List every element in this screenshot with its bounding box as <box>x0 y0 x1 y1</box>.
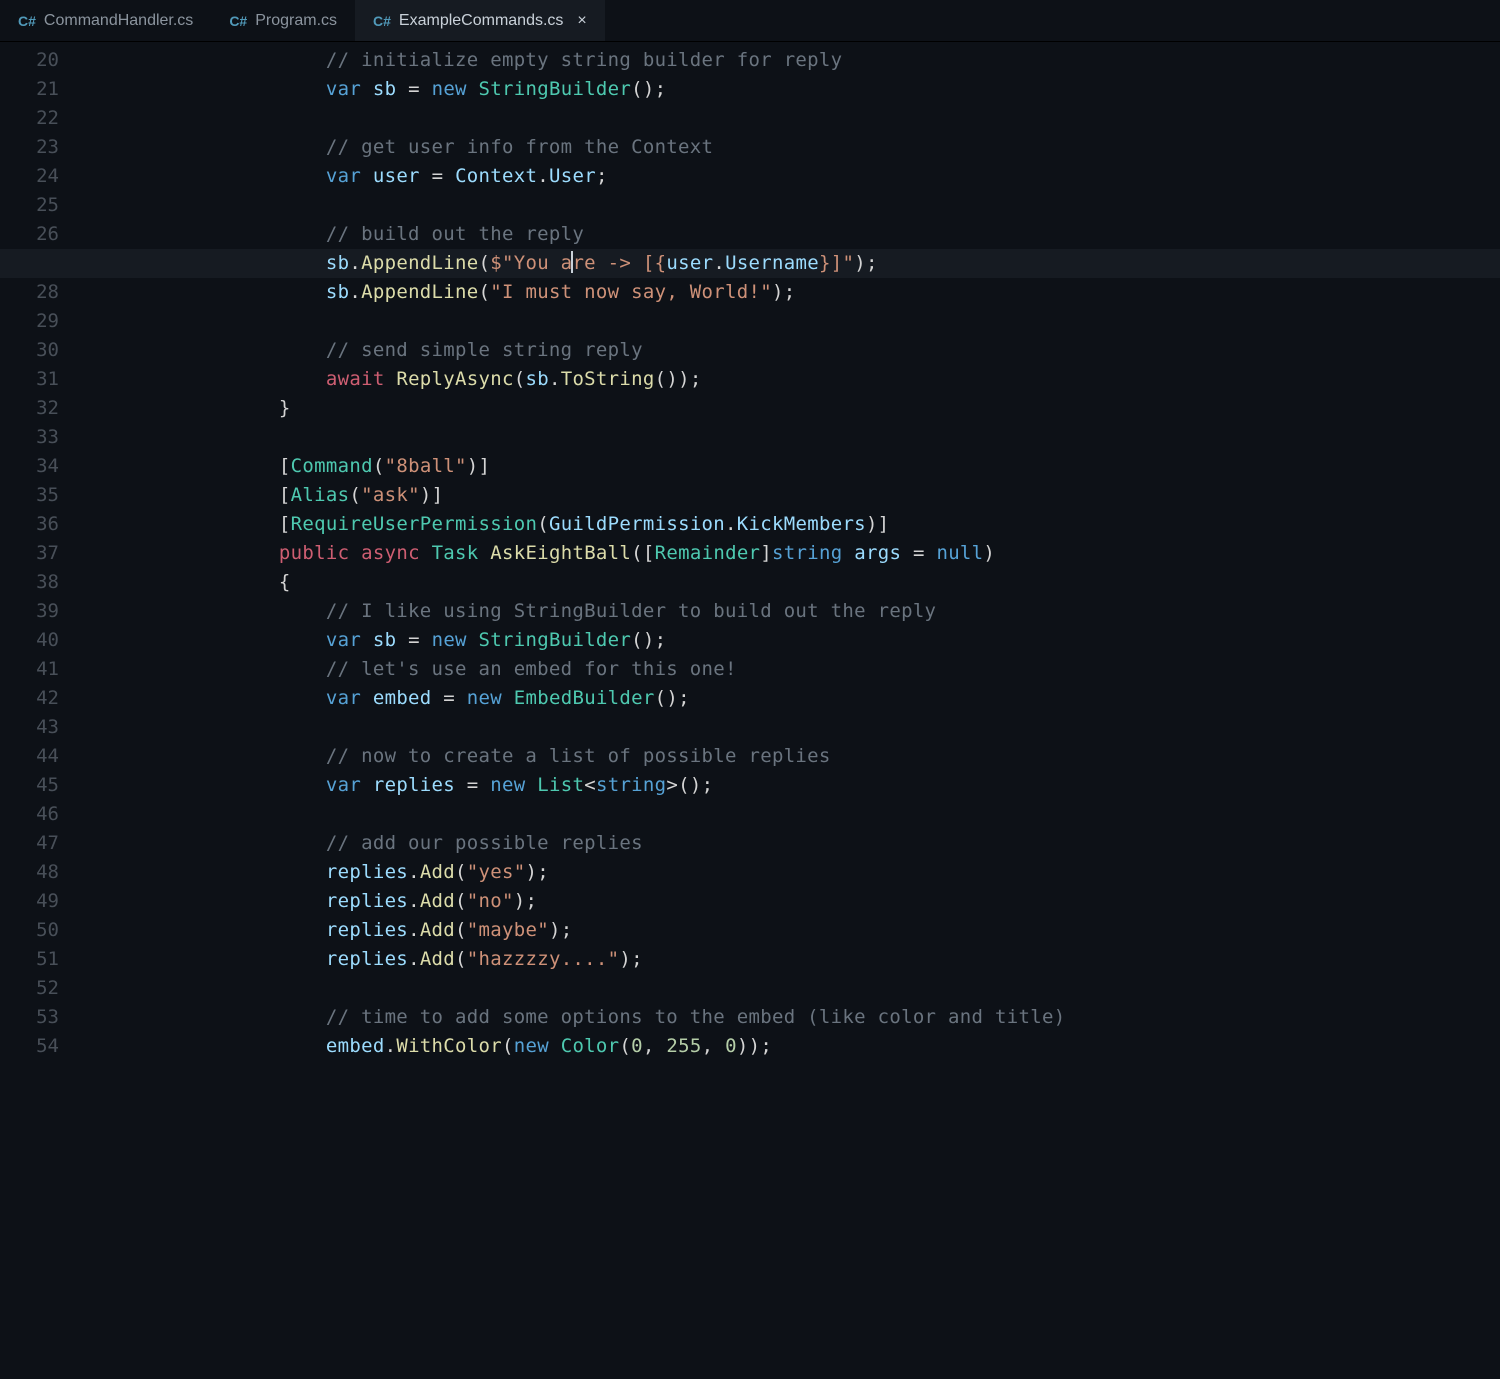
line-number: 32 <box>0 394 75 423</box>
line-number: 26 <box>0 220 75 249</box>
code-line[interactable]: // now to create a list of possible repl… <box>185 742 1500 771</box>
csharp-file-icon: C# <box>373 13 391 29</box>
line-number: 29 <box>0 307 75 336</box>
tab-label: Program.cs <box>255 12 337 30</box>
line-number-gutter: 2021222324252627282930313233343536373839… <box>0 42 75 1379</box>
line-number: 44 <box>0 742 75 771</box>
line-number: 24 <box>0 162 75 191</box>
code-line[interactable]: // I like using StringBuilder to build o… <box>185 597 1500 626</box>
code-line[interactable]: var user = Context.User; <box>185 162 1500 191</box>
line-number: 51 <box>0 945 75 974</box>
code-line[interactable]: sb.AppendLine($"You are -> [{user.Userna… <box>185 249 1500 278</box>
line-number: 38 <box>0 568 75 597</box>
code-line[interactable] <box>185 974 1500 1003</box>
code-line[interactable]: sb.AppendLine("I must now say, World!"); <box>185 278 1500 307</box>
line-number: 36 <box>0 510 75 539</box>
code-line[interactable]: replies.Add("no"); <box>185 887 1500 916</box>
code-line[interactable]: var sb = new StringBuilder(); <box>185 626 1500 655</box>
code-line[interactable]: // time to add some options to the embed… <box>185 1003 1500 1032</box>
line-number: 53 <box>0 1003 75 1032</box>
code-line[interactable]: [Command("8ball")] <box>185 452 1500 481</box>
code-line[interactable] <box>185 104 1500 133</box>
line-number: 48 <box>0 858 75 887</box>
code-area[interactable]: // initialize empty string builder for r… <box>185 42 1500 1379</box>
line-number: 40 <box>0 626 75 655</box>
line-number: 23 <box>0 133 75 162</box>
code-line[interactable] <box>185 800 1500 829</box>
code-line[interactable] <box>185 191 1500 220</box>
code-line[interactable]: // let's use an embed for this one! <box>185 655 1500 684</box>
code-line[interactable]: var embed = new EmbedBuilder(); <box>185 684 1500 713</box>
text-cursor <box>571 251 573 273</box>
code-line[interactable]: await ReplyAsync(sb.ToString()); <box>185 365 1500 394</box>
code-line[interactable]: // send simple string reply <box>185 336 1500 365</box>
line-number: 47 <box>0 829 75 858</box>
fold-margin <box>105 42 185 1379</box>
line-number: 52 <box>0 974 75 1003</box>
line-number: 42 <box>0 684 75 713</box>
tab-examplecommands-cs[interactable]: C# ExampleCommands.cs × <box>355 0 605 41</box>
code-line[interactable]: replies.Add("hazzzzy...."); <box>185 945 1500 974</box>
code-line[interactable]: replies.Add("maybe"); <box>185 916 1500 945</box>
tab-label: ExampleCommands.cs <box>399 12 564 30</box>
csharp-file-icon: C# <box>18 13 36 29</box>
line-number: 28 <box>0 278 75 307</box>
code-line[interactable]: public async Task AskEightBall([Remainde… <box>185 539 1500 568</box>
tab-label: CommandHandler.cs <box>44 12 193 30</box>
code-line[interactable]: // add our possible replies <box>185 829 1500 858</box>
code-line[interactable]: } <box>185 394 1500 423</box>
line-number: 39 <box>0 597 75 626</box>
tab-commandhandler-cs[interactable]: C# CommandHandler.cs <box>0 0 211 41</box>
line-number: 41 <box>0 655 75 684</box>
tab-bar: C# CommandHandler.cs C# Program.cs C# Example… <box>0 0 1500 42</box>
line-number: 50 <box>0 916 75 945</box>
line-number: 45 <box>0 771 75 800</box>
line-number: 22 <box>0 104 75 133</box>
code-line[interactable] <box>185 307 1500 336</box>
line-number: 46 <box>0 800 75 829</box>
line-number: 34 <box>0 452 75 481</box>
line-number: 54 <box>0 1032 75 1061</box>
code-line[interactable]: // initialize empty string builder for r… <box>185 46 1500 75</box>
code-line[interactable]: // get user info from the Context <box>185 133 1500 162</box>
code-line[interactable]: [Alias("ask")] <box>185 481 1500 510</box>
line-number: 25 <box>0 191 75 220</box>
code-editor[interactable]: 2021222324252627282930313233343536373839… <box>0 42 1500 1379</box>
tab-program-cs[interactable]: C# Program.cs <box>211 0 355 41</box>
line-number: 31 <box>0 365 75 394</box>
line-number: 35 <box>0 481 75 510</box>
line-number: 20 <box>0 46 75 75</box>
code-line[interactable]: embed.WithColor(new Color(0, 255, 0)); <box>185 1032 1500 1061</box>
glyph-margin: 💡 <box>75 42 105 1379</box>
line-number: 30 <box>0 336 75 365</box>
code-line[interactable]: var replies = new List<string>(); <box>185 771 1500 800</box>
csharp-file-icon: C# <box>229 13 247 29</box>
code-line[interactable] <box>185 713 1500 742</box>
code-line[interactable]: [RequireUserPermission(GuildPermission.K… <box>185 510 1500 539</box>
line-number: 33 <box>0 423 75 452</box>
code-line[interactable]: { <box>185 568 1500 597</box>
close-icon[interactable]: × <box>577 12 586 30</box>
line-number: 37 <box>0 539 75 568</box>
line-number: 43 <box>0 713 75 742</box>
code-line[interactable]: replies.Add("yes"); <box>185 858 1500 887</box>
code-line[interactable]: var sb = new StringBuilder(); <box>185 75 1500 104</box>
line-number: 49 <box>0 887 75 916</box>
code-line[interactable]: // build out the reply <box>185 220 1500 249</box>
code-line[interactable] <box>185 423 1500 452</box>
line-number: 21 <box>0 75 75 104</box>
